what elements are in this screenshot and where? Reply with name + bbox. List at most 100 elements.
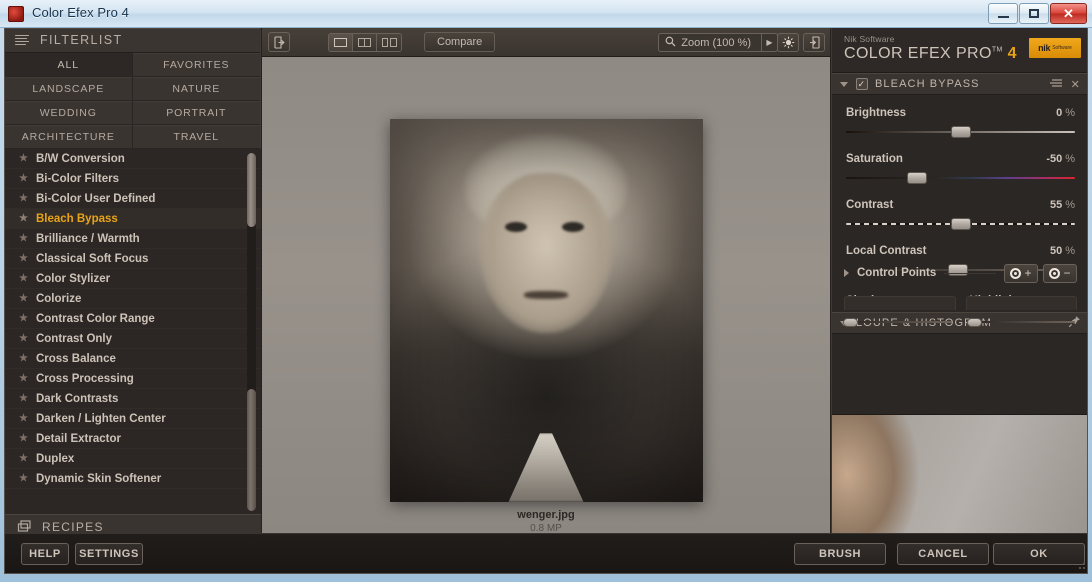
app-icon (8, 6, 24, 22)
list-item[interactable]: ★ Contrast Only (5, 329, 261, 349)
list-item[interactable]: ★ Darken / Lighten Center (5, 409, 261, 429)
remove-control-point-button[interactable]: − (1043, 263, 1077, 283)
split-view-icon[interactable] (353, 33, 377, 51)
star-icon[interactable]: ★ (19, 453, 28, 464)
zoom-selector[interactable]: Zoom (100 %) (658, 33, 762, 52)
star-icon[interactable]: ★ (19, 413, 28, 424)
star-icon[interactable]: ★ (19, 293, 28, 304)
slider-knob[interactable] (950, 126, 971, 138)
filter-enabled-checkbox[interactable]: ✓ (856, 78, 868, 90)
slider-track[interactable] (846, 217, 1075, 231)
list-menu-icon[interactable] (15, 34, 29, 46)
brand-version: 4 (1007, 45, 1017, 62)
maximize-button[interactable] (1019, 3, 1049, 24)
filterlist-title: FILTERLIST (40, 33, 123, 47)
add-control-point-label: + (1024, 266, 1032, 280)
settings-button[interactable]: SETTINGS (75, 543, 143, 565)
side-by-side-view-icon[interactable] (377, 33, 401, 51)
list-item[interactable]: ★ Colorize (5, 289, 261, 309)
star-icon[interactable]: ★ (19, 313, 28, 324)
category-tab-wedding[interactable]: WEDDING (5, 101, 133, 125)
star-icon[interactable]: ★ (19, 353, 28, 364)
zoom-control: Zoom (100 %) ▶ (658, 33, 778, 52)
star-icon[interactable]: ★ (19, 473, 28, 484)
control-points-label: Control Points (857, 267, 937, 279)
slider-label: Saturation (846, 153, 903, 165)
category-tab-nature[interactable]: NATURE (132, 77, 260, 101)
category-tab-architecture[interactable]: ARCHITECTURE (5, 125, 133, 149)
star-icon[interactable]: ★ (19, 393, 28, 404)
list-item[interactable]: ★ Dark Contrasts (5, 389, 261, 409)
slider-track[interactable] (846, 125, 1075, 139)
view-mode-group (328, 32, 402, 52)
star-icon[interactable]: ★ (19, 213, 28, 224)
list-item-label: Dynamic Skin Softener (35, 472, 162, 485)
star-icon[interactable]: ★ (19, 333, 28, 344)
list-item[interactable]: ★ Classical Soft Focus (5, 249, 261, 269)
compare-button[interactable]: Compare (424, 32, 496, 52)
list-item[interactable]: ★ B/W Conversion (5, 149, 261, 169)
slider-knob[interactable] (906, 172, 927, 184)
list-item[interactable]: ★ Duplex (5, 449, 261, 469)
list-item-label: Classical Soft Focus (35, 252, 149, 265)
slider-track[interactable] (846, 171, 1075, 185)
single-view-icon[interactable] (329, 33, 353, 51)
star-icon[interactable]: ★ (19, 373, 28, 384)
slider-knob[interactable] (966, 318, 982, 327)
star-icon[interactable]: ★ (19, 153, 28, 164)
category-tab-travel[interactable]: TRAVEL (132, 125, 260, 149)
filter-list-scrollbar[interactable] (247, 153, 256, 511)
list-item[interactable]: ★ Detail Extractor (5, 429, 261, 449)
cancel-button[interactable]: CANCEL (897, 543, 989, 565)
close-button[interactable]: ✕ (1050, 3, 1087, 24)
chevron-right-icon[interactable]: ▶ (762, 33, 778, 52)
chevron-down-icon[interactable] (840, 81, 848, 87)
star-icon[interactable]: ★ (19, 193, 28, 204)
star-icon[interactable]: ★ (19, 253, 28, 264)
list-item-bleach-bypass[interactable]: ★ Bleach Bypass (5, 209, 261, 229)
resize-grip[interactable] (1075, 559, 1087, 571)
category-tab-landscape[interactable]: LANDSCAPE (5, 77, 133, 101)
category-tabs: ALL FAVORITES LANDSCAPE NATURE WEDDING P… (5, 53, 260, 149)
slider-knob[interactable] (843, 318, 859, 327)
close-icon[interactable]: ✕ (1071, 78, 1081, 91)
slider-track[interactable] (843, 315, 952, 329)
preview-image[interactable] (389, 119, 703, 502)
chevron-right-icon[interactable] (844, 269, 849, 277)
list-item[interactable]: ★ Dynamic Skin Softener (5, 469, 261, 489)
list-menu-icon[interactable] (1049, 78, 1063, 91)
list-item[interactable]: ★ Brilliance / Warmth (5, 229, 261, 249)
star-icon[interactable]: ★ (19, 433, 28, 444)
fullscreen-icon[interactable] (803, 33, 825, 52)
slider-knob[interactable] (950, 218, 971, 230)
list-item[interactable]: ★ Cross Processing (5, 369, 261, 389)
export-icon[interactable] (268, 32, 290, 52)
filter-list[interactable]: ★ B/W Conversion ★ Bi-Color Filters ★ Bi-Co… (5, 149, 261, 514)
list-item[interactable]: ★ Bi-Color User Defined (5, 189, 261, 209)
list-item[interactable]: ★ Color Stylizer (5, 269, 261, 289)
loupe-preview[interactable] (832, 414, 1087, 534)
filter-list-panel: FILTERLIST ALL FAVORITES LANDSCAPE NATUR… (5, 28, 261, 564)
brightness-icon[interactable] (777, 33, 799, 52)
list-item[interactable]: ★ Contrast Color Range (5, 309, 261, 329)
slider-unit: % (1065, 107, 1075, 119)
ok-button[interactable]: OK (993, 543, 1085, 565)
scrollbar-thumb[interactable] (247, 153, 256, 227)
minimize-button[interactable] (988, 3, 1018, 24)
star-icon[interactable]: ★ (19, 173, 28, 184)
star-icon[interactable]: ★ (19, 273, 28, 284)
brush-button[interactable]: BRUSH (794, 543, 886, 565)
list-item[interactable]: ★ Bi-Color Filters (5, 169, 261, 189)
help-button[interactable]: HELP (21, 543, 69, 565)
image-canvas[interactable]: wenger.jpg 0.8 MP (262, 57, 830, 534)
list-item-label: B/W Conversion (35, 152, 125, 165)
category-tab-all[interactable]: ALL (5, 53, 133, 77)
scrollbar-thumb-lower[interactable] (247, 389, 256, 511)
list-item[interactable]: ★ Cross Balance (5, 349, 261, 369)
category-tab-favorites[interactable]: FAVORITES (132, 53, 260, 77)
add-control-point-button[interactable]: + (1004, 263, 1038, 283)
category-tab-portrait[interactable]: PORTRAIT (132, 101, 260, 125)
star-icon[interactable]: ★ (19, 233, 28, 244)
slider-track[interactable] (966, 315, 1075, 329)
control-points-row: Control Points + − (832, 260, 1087, 286)
